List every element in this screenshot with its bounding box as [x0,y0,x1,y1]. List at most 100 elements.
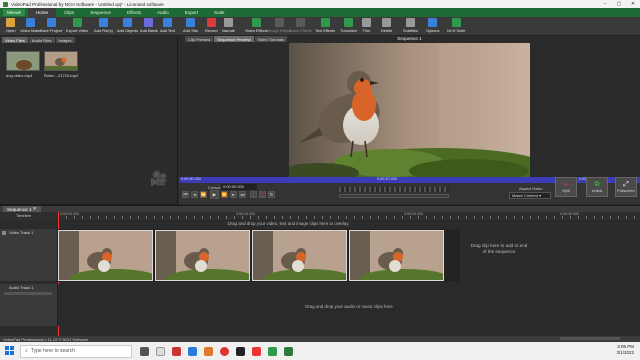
minimize-button[interactable]: – [598,0,612,8]
tab-video-files[interactable]: Video Files [2,37,28,43]
windows-taskbar: ⌕ Type here to search [0,342,640,360]
add-file-s-button[interactable]: Add File(s) [94,17,113,36]
preview-panel: Sequence 1 Clip Preview Sequence Preview… [150,36,640,204]
video-clip[interactable] [349,230,444,281]
tab-export[interactable]: Export [177,8,206,17]
audio-volume-slider[interactable] [4,292,52,295]
play-icon[interactable]: ▶ [210,190,219,199]
tab-sequence[interactable]: Sequence [82,8,119,17]
terminal-icon[interactable] [236,346,245,356]
toolbar-label: Add Text [160,28,176,33]
open-button[interactable]: Open [6,17,16,36]
add-blank-button[interactable]: Add Blank [140,17,158,36]
timeline-ruler[interactable]: Timeline 0:00:00.000 0:00:10.000 0:00:20… [0,212,640,336]
unlink-button[interactable]: ⧉ Unlink [586,177,608,197]
zoom-slider[interactable] [339,194,449,198]
toolbar-label: Record [205,28,218,33]
record-icon [206,18,216,27]
mark-in-icon[interactable]: [ [250,191,257,198]
mark-out-icon[interactable]: ] [259,191,266,198]
split-label: Split [562,189,570,193]
tab-effects[interactable]: Effects [119,8,149,17]
go-end-icon[interactable]: ⏭ [239,191,246,198]
tab-audio-files[interactable]: Audio Files [28,37,55,43]
image-effects-icon [275,18,285,27]
add-title-button[interactable]: Add Title [183,17,198,36]
save-project-button[interactable]: Save Project [40,17,62,36]
timeline-zoom-slider[interactable] [560,337,620,340]
video-overlay-drop-hint: Drag and drop your video, text and image… [227,221,349,226]
bin-file-thumb[interactable] [6,51,40,71]
options-button[interactable]: Options [426,17,439,36]
aspect-ratio-select[interactable]: Match Content ▾ [509,192,551,199]
sequence-tab-label: Sequence 1 [7,206,32,212]
rewind-icon[interactable]: ⏪ [200,191,207,198]
scrub-time-mid: 0:00:10.000 [377,177,398,181]
taskbar-search-input[interactable]: ⌕ Type here to search [20,344,132,358]
previous-frame-icon[interactable]: ◂ [191,191,198,198]
delete-button[interactable]: Delete [381,17,392,36]
video-clip[interactable] [155,230,250,281]
bin-file-thumb[interactable] [44,51,78,71]
brave-icon[interactable] [172,346,181,356]
loop-icon[interactable]: ↻ [268,191,275,198]
ruler-ticks [58,216,640,219]
go-start-icon[interactable]: ⏮ [182,191,189,198]
videopad-taskbar-icon[interactable] [284,346,293,356]
video-clip[interactable] [58,230,153,281]
title-bar: VideoPad Professional by NCH Software - … [0,0,640,8]
cursor-time-field[interactable]: 0:00:00.000 [221,184,257,190]
track-eye-icon[interactable] [2,231,6,235]
video-maker-button[interactable]: Video Maker [20,17,42,36]
tab-home[interactable]: Home [27,8,57,17]
video-clip[interactable] [252,230,347,281]
window-title: VideoPad Professional by NCH Software - … [11,1,164,7]
audio-effects-icon [295,18,305,27]
system-tray-clock[interactable]: 3:06 PM 3/1/2022 [616,344,634,356]
maximize-button[interactable]: ▢ [612,0,626,8]
text-effects-button[interactable]: Text Effects [315,17,335,36]
toolbar-label: NCH Suite [447,28,466,33]
export-icon [72,18,82,27]
record-button[interactable]: Record [205,17,218,36]
add-objects-button[interactable]: Add Objects [117,17,138,36]
unlink-icon: ⧉ [594,181,600,188]
next-frame-icon[interactable]: ▸ [230,191,237,198]
firefox-icon[interactable] [204,346,213,356]
windows-start-icon[interactable] [5,346,14,355]
transition-button[interactable]: Transition [340,17,357,36]
record-app-icon[interactable] [220,346,229,356]
add-text-button[interactable]: Add Text [160,17,175,36]
video-track[interactable] [58,229,460,282]
tab-video-tutorials[interactable]: Video Tutorials [254,36,287,42]
tab-sequence-preview[interactable]: Sequence Preview [214,36,254,42]
edge-icon[interactable] [188,346,197,356]
video-effects-button[interactable]: Video Effects [245,17,268,36]
fullscreen-button[interactable]: ⤢ Fullscreen [615,177,637,197]
chrome-icon[interactable] [156,346,165,356]
tab-clips[interactable]: Clips [56,8,82,17]
aspect-ratio-label: Aspect Ratio: [519,186,543,191]
video-track-header: Video Track 1 [0,229,58,281]
search-icon: ⌕ [25,348,28,354]
toolbar-label: Add Objects [117,28,139,33]
toolbar-label: Text Effects [315,28,336,33]
subtitles-button[interactable]: Subtitles [403,17,418,36]
tab-audio[interactable]: Audio [149,8,177,17]
c-app-icon[interactable] [252,346,261,356]
narrate-button[interactable]: Narrate [222,17,235,36]
tab-suite[interactable]: Suite [206,8,232,17]
trim-button[interactable]: Trim [362,17,371,36]
c-app-green-icon[interactable] [268,346,277,356]
main-menu-button[interactable]: Menu ▾ [3,9,25,16]
fullscreen-label: Fullscreen [617,189,635,193]
split-button[interactable]: ✂ Split [555,177,577,197]
bin-file-name: Robin - 21723.mp4 [44,73,79,78]
tab-images[interactable]: Images [55,37,75,43]
tab-clip-preview[interactable]: Clip Preview [185,36,214,42]
task-view-icon[interactable] [140,346,149,356]
export-video-button[interactable]: Export Video [66,17,88,36]
nch-suite-button[interactable]: NCH Suite [447,17,465,36]
fast-forward-icon[interactable]: ⏩ [221,191,228,198]
close-button[interactable]: ✕ [626,0,640,8]
